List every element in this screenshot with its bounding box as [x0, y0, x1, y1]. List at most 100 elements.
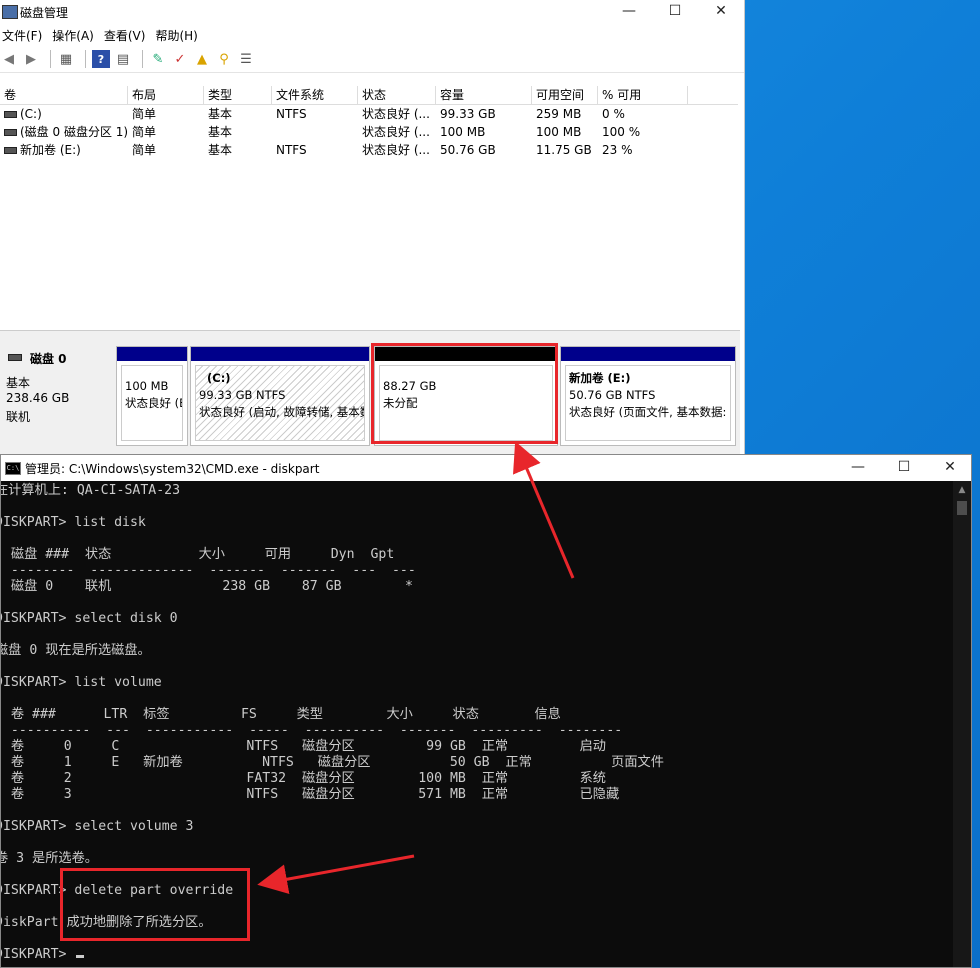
layout-cell: 简单 — [132, 125, 157, 139]
table-row[interactable]: 新加卷 (E:) 简单 基本 NTFS 状态良好 (... 50.76 GB 1… — [0, 141, 738, 159]
show-hide-console-tree-icon[interactable]: ▦ — [57, 50, 75, 68]
disk-kind: 基本 — [6, 376, 31, 390]
col-header-status[interactable]: 状态 — [358, 86, 436, 104]
folder-up-icon[interactable]: ▲ — [193, 50, 211, 68]
maximize-icon[interactable]: ☐ — [652, 0, 698, 24]
disk-size: 238.46 GB — [6, 391, 70, 405]
scroll-thumb[interactable] — [957, 501, 967, 515]
text-cursor — [76, 955, 85, 958]
minimize-icon[interactable]: — — [835, 456, 881, 480]
status-cell: 状态良好 (... — [362, 143, 430, 157]
cmd-window-title: 管理员: C:\Windows\system32\CMD.exe - diskp… — [25, 462, 320, 476]
volume-cell: (磁盘 0 磁盘分区 1) — [0, 123, 128, 141]
back-icon[interactable]: ◀ — [0, 50, 18, 68]
disk-name: 磁盘 0 — [30, 352, 67, 366]
console-line: 磁盘 0 联机 238 GB 87 GB * — [0, 579, 413, 594]
close-icon[interactable]: ✕ — [927, 456, 971, 480]
free-space-cell: 11.75 GB — [536, 143, 592, 157]
console-line: 卷 3 是所选卷。 — [0, 851, 98, 866]
type-cell: 基本 — [208, 143, 233, 157]
toolbar: ◀ ▶ ▦ ? ▤ ✎ ✓ ▲ ⚲ ☰ — [0, 46, 744, 73]
volume-name: (C:) — [20, 107, 42, 121]
vertical-scrollbar[interactable]: ▲ — [953, 481, 971, 967]
minimize-icon[interactable]: — — [606, 0, 652, 24]
status-cell: 状态良好 (... — [362, 125, 430, 139]
disk-icon — [8, 354, 22, 361]
filesystem-cell — [272, 123, 358, 141]
percent-free-cell: 100 % — [602, 125, 641, 139]
volume-name: (磁盘 0 磁盘分区 1) — [20, 125, 128, 139]
col-header-volume[interactable]: 卷 — [0, 86, 128, 104]
drive-icon — [4, 129, 17, 136]
disk-graphical-view: 磁盘 0 基本 238.46 GB 联机 100 MB 状态良好 (E (C:)… — [0, 338, 740, 456]
console-line: 在计算机上: QA-CI-SATA-23 — [0, 483, 181, 498]
cmd-app-icon: C:\ — [5, 462, 21, 475]
capacity-cell: 99.33 GB — [440, 107, 496, 121]
partition-size: 99.33 GB NTFS — [199, 388, 286, 402]
percent-free-cell: 0 % — [602, 107, 625, 121]
dm-window-title: 磁盘管理 — [20, 6, 69, 20]
menu-action[interactable]: 操作(A) — [50, 27, 102, 44]
console-line: 卷 1 E 新加卷 NTFS 磁盘分区 50 GB 正常 页面文件 — [0, 755, 664, 770]
list-view-icon[interactable]: ☰ — [237, 50, 255, 68]
search-icon[interactable]: ⚲ — [215, 50, 233, 68]
type-cell: 基本 — [208, 107, 233, 121]
table-row[interactable]: (C:) 简单 基本 NTFS 状态良好 (... 99.33 GB 259 M… — [0, 105, 738, 123]
console-line: DISKPART> list disk — [0, 515, 146, 530]
disk-management-app-icon — [2, 5, 18, 19]
scroll-up-icon[interactable]: ▲ — [953, 481, 971, 499]
forward-icon[interactable]: ▶ — [22, 50, 40, 68]
connect-icon[interactable]: ✎ — [149, 50, 167, 68]
menu-help[interactable]: 帮助(H) — [153, 27, 205, 44]
close-icon[interactable]: ✕ — [698, 0, 744, 24]
type-cell: 基本 — [208, 125, 233, 139]
partition-system-reserved[interactable]: 100 MB 状态良好 (E — [116, 346, 188, 446]
volume-list-header: 卷 布局 类型 文件系统 状态 容量 可用空间 % 可用 — [0, 86, 738, 105]
status-cell: 状态良好 (... — [362, 107, 430, 121]
free-space-cell: 259 MB — [536, 107, 582, 121]
help-icon[interactable]: ? — [92, 50, 110, 68]
console-line: DISKPART> select disk 0 — [0, 611, 178, 626]
menu-view[interactable]: 查看(V) — [102, 27, 154, 44]
menu-bar: 文件(F) 操作(A) 查看(V) 帮助(H) — [0, 24, 744, 46]
console-line: 卷 3 NTFS 磁盘分区 571 MB 正常 已隐藏 — [0, 787, 620, 802]
col-header-capacity[interactable]: 容量 — [436, 86, 532, 104]
console-line: DISKPART> select volume 3 — [0, 819, 194, 834]
volume-list: 卷 布局 类型 文件系统 状态 容量 可用空间 % 可用 (C:) 简单 基本 … — [0, 86, 738, 330]
disk-state: 联机 — [6, 410, 31, 424]
partition-c[interactable]: (C:) 99.33 GB NTFS 状态良好 (启动, 故障转储, 基本数 — [190, 346, 370, 446]
console-line: ---------- --- ----------- ----- -------… — [0, 723, 623, 738]
console-line: 磁盘 ### 状态 大小 可用 Dyn Gpt — [0, 547, 395, 562]
highlight-unallocated-box — [371, 343, 558, 444]
col-header-type[interactable]: 类型 — [204, 86, 272, 104]
console-prompt[interactable]: DISKPART> — [0, 947, 85, 963]
properties-icon[interactable]: ▤ — [114, 50, 132, 68]
prompt-text: DISKPART> — [0, 947, 75, 962]
console-line: 磁盘 0 现在是所选磁盘。 — [0, 643, 151, 658]
partition-title: 新加卷 (E:) — [569, 371, 631, 385]
checklist-icon[interactable]: ✓ — [171, 50, 189, 68]
maximize-icon[interactable]: ☐ — [881, 456, 927, 480]
partition-bar — [117, 347, 187, 361]
partition-size: 50.76 GB NTFS — [569, 388, 656, 402]
filesystem-cell: NTFS — [276, 107, 307, 121]
partition-body: (C:) 99.33 GB NTFS 状态良好 (启动, 故障转储, 基本数 — [195, 365, 365, 441]
col-header-layout[interactable]: 布局 — [128, 86, 204, 104]
capacity-cell: 100 MB — [440, 125, 486, 139]
partition-e[interactable]: 新加卷 (E:) 50.76 GB NTFS 状态良好 (页面文件, 基本数据: — [560, 346, 736, 446]
dm-titlebar: 磁盘管理 — ☐ ✕ — [0, 0, 744, 24]
disk-0-label[interactable]: 磁盘 0 基本 238.46 GB 联机 — [0, 344, 113, 448]
col-header-percent-free[interactable]: % 可用 — [598, 86, 688, 104]
partition-bar — [561, 347, 735, 361]
menu-file[interactable]: 文件(F) — [0, 27, 50, 44]
col-header-free-space[interactable]: 可用空间 — [532, 86, 598, 104]
toolbar-separator — [85, 50, 86, 68]
table-row[interactable]: (磁盘 0 磁盘分区 1) 简单 基本 状态良好 (... 100 MB 100… — [0, 123, 738, 141]
partition-status: 状态良好 (启动, 故障转储, 基本数 — [199, 405, 365, 419]
toolbar-separator — [50, 50, 51, 68]
partition-body: 新加卷 (E:) 50.76 GB NTFS 状态良好 (页面文件, 基本数据: — [565, 365, 731, 441]
console-line: -------- ------------- ------- ------- -… — [0, 563, 416, 578]
partition-bar — [191, 347, 369, 361]
col-header-filesystem[interactable]: 文件系统 — [272, 86, 358, 104]
volume-cell: (C:) — [0, 105, 128, 123]
